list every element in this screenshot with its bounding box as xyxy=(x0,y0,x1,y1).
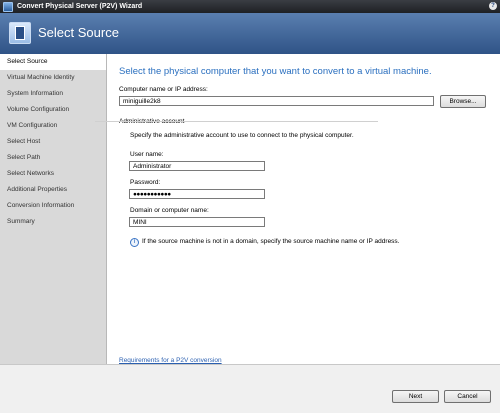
password-label: Password: xyxy=(130,179,161,186)
computer-name-input[interactable]: miniguille2k8 xyxy=(119,96,434,106)
window-title: Convert Physical Server (P2V) Wizard xyxy=(17,3,143,10)
password-input[interactable]: ●●●●●●●●●●● xyxy=(129,189,265,199)
page-heading: Select the physical computer that you wa… xyxy=(119,66,432,77)
sidebar-item-vm-configuration[interactable]: VM Configuration xyxy=(0,118,106,134)
next-button[interactable]: Next xyxy=(392,390,439,403)
server-convert-icon xyxy=(9,22,31,44)
sidebar-item-additional-properties[interactable]: Additional Properties xyxy=(0,182,106,198)
sidebar-item-system-information[interactable]: System Information xyxy=(0,86,106,102)
sidebar-item-summary[interactable]: Summary xyxy=(0,214,106,230)
sidebar-item-conversion-information[interactable]: Conversion Information xyxy=(0,198,106,214)
domain-input[interactable]: MINI xyxy=(129,217,265,227)
sidebar-item-select-networks[interactable]: Select Networks xyxy=(0,166,106,182)
main-panel: Select the physical computer that you wa… xyxy=(107,54,500,364)
sidebar-item-virtual-machine-identity[interactable]: Virtual Machine Identity xyxy=(0,70,106,86)
help-icon[interactable]: ? xyxy=(489,2,497,10)
username-label: User name: xyxy=(130,151,164,158)
info-icon: i xyxy=(130,238,139,247)
admin-description: Specify the administrative account to us… xyxy=(130,132,354,139)
computer-name-label: Computer name or IP address: xyxy=(119,86,208,93)
app-icon xyxy=(3,1,13,12)
sidebar-item-volume-configuration[interactable]: Volume Configuration xyxy=(0,102,106,118)
window-titlebar: Convert Physical Server (P2V) Wizard ? xyxy=(0,0,500,13)
wizard-header: Select Source xyxy=(0,13,500,55)
cancel-button[interactable]: Cancel xyxy=(444,390,491,403)
wizard-steps-sidebar: Select Source Virtual Machine Identity S… xyxy=(0,54,107,364)
page-title: Select Source xyxy=(38,25,119,40)
requirements-link[interactable]: Requirements for a P2V conversion xyxy=(119,357,222,364)
sidebar-item-select-host[interactable]: Select Host xyxy=(0,134,106,150)
sidebar-item-select-path[interactable]: Select Path xyxy=(0,150,106,166)
username-input[interactable]: Administrator xyxy=(129,161,265,171)
domain-label: Domain or computer name: xyxy=(130,207,209,214)
info-text: If the source machine is not in a domain… xyxy=(142,238,400,245)
wizard-footer: Next Cancel xyxy=(0,364,500,413)
sidebar-item-select-source[interactable]: Select Source xyxy=(0,54,106,70)
group-divider xyxy=(95,121,378,122)
browse-button[interactable]: Browse... xyxy=(440,95,486,108)
